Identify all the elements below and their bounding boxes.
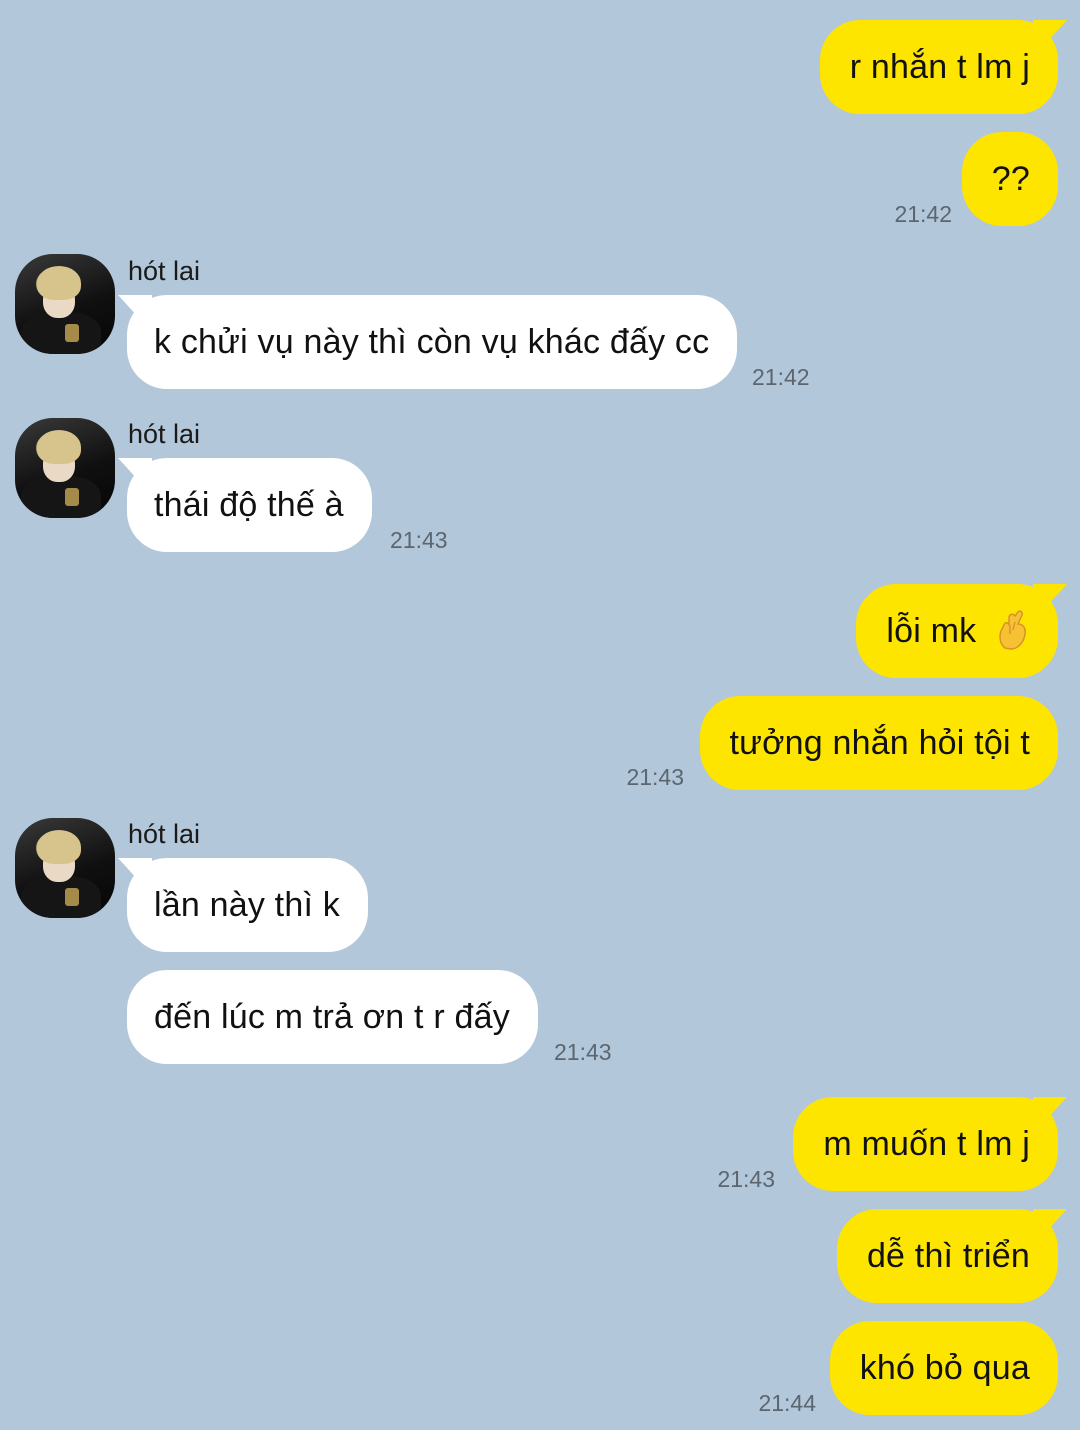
message-timestamp: 21:43 <box>390 527 448 553</box>
message-text: dễ thì triển <box>866 1237 1030 1275</box>
message-timestamp: 21:43 <box>554 1039 612 1065</box>
message-text: m muốn t lm j <box>823 1125 1030 1163</box>
sender-name: hót lai <box>128 819 201 849</box>
contact-avatar[interactable] <box>15 418 115 518</box>
message-timestamp: 21:42 <box>894 201 952 227</box>
message-text: ?? <box>991 160 1030 198</box>
message-text: khó bỏ qua <box>859 1349 1030 1387</box>
message-timestamp: 21:44 <box>758 1390 816 1416</box>
message-text: đến lúc m trả ơn t r đấy <box>154 998 510 1036</box>
outgoing-message-bubble[interactable]: lỗi mk <box>856 584 1058 678</box>
message-text: lần này thì k <box>154 886 340 924</box>
outgoing-message-bubble[interactable]: ?? <box>961 132 1058 226</box>
message-timestamp: 21:42 <box>752 364 810 390</box>
incoming-message-bubble[interactable]: đến lúc m trả ơn t r đấy <box>127 970 538 1064</box>
contact-avatar[interactable] <box>15 254 115 354</box>
outgoing-message-bubble[interactable]: dễ thì triển <box>836 1209 1058 1303</box>
message-text: thái độ thế à <box>154 486 344 524</box>
contact-avatar[interactable] <box>15 818 115 918</box>
message-timestamp: 21:43 <box>626 764 684 790</box>
message-text: lỗi mk <box>886 612 977 650</box>
message-text: r nhắn t lm j <box>849 48 1030 86</box>
crossed-fingers-icon <box>999 610 1026 650</box>
sender-name: hót lai <box>128 419 201 449</box>
incoming-message-bubble[interactable]: lần này thì k <box>127 858 368 952</box>
message-text: tưởng nhắn hỏi tội t <box>729 724 1030 762</box>
outgoing-message-bubble[interactable]: khó bỏ qua <box>829 1321 1058 1415</box>
sender-name: hót lai <box>128 256 201 286</box>
incoming-message-bubble[interactable]: k chửi vụ này thì còn vụ khác đấy cc <box>127 295 738 389</box>
message-text: k chửi vụ này thì còn vụ khác đấy cc <box>154 323 710 361</box>
outgoing-message-bubble[interactable]: tưởng nhắn hỏi tội t <box>699 696 1058 790</box>
outgoing-message-bubble[interactable]: r nhắn t lm j <box>819 20 1058 114</box>
incoming-message-bubble[interactable]: thái độ thế à <box>127 458 372 552</box>
message-timestamp: 21:43 <box>717 1166 775 1192</box>
outgoing-message-bubble[interactable]: m muốn t lm j <box>793 1097 1058 1191</box>
chat-view[interactable]: r nhắn t lm j ?? 21:42 hót lai k chửi vụ… <box>0 0 1080 1430</box>
